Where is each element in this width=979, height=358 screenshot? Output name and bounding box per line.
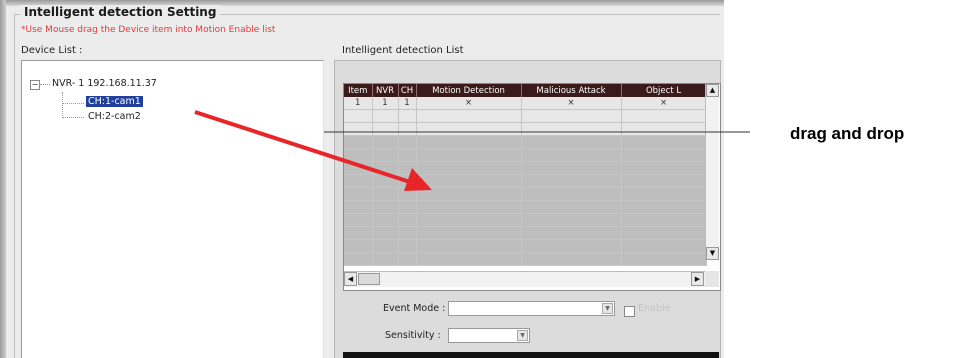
scroll-right-icon[interactable]: ▶ (691, 272, 704, 286)
sensitivity-label: Sensitivity : (385, 330, 441, 341)
event-mode-label: Event Mode : (383, 303, 446, 314)
table-header-row: Item NVR CH Motion Detection Malicious A… (344, 84, 707, 97)
empty-row (344, 187, 707, 201)
empty-row (344, 109, 707, 123)
table-cell: 1 (372, 97, 399, 110)
table-row[interactable]: 1 1 1 × × × (344, 97, 707, 110)
tree-node-cam1[interactable]: CH:1-cam1 (86, 96, 143, 107)
drag-and-drop-annotation: drag and drop (790, 124, 905, 143)
drag-hint: *Use Mouse drag the Device item into Mot… (21, 25, 276, 35)
column-header[interactable]: NVR (372, 84, 399, 97)
tree-node-cam2[interactable]: CH:2-cam2 (88, 111, 141, 122)
horizontal-scrollbar[interactable]: ◀ ▶ (344, 271, 705, 287)
empty-row (344, 122, 707, 136)
scroll-thumb[interactable] (358, 273, 380, 285)
column-header[interactable]: Object L (621, 84, 707, 97)
tree-node-cam1-label: CH:1-cam1 (86, 96, 143, 107)
tree-connector (62, 117, 84, 118)
scroll-up-icon[interactable]: ▲ (706, 84, 719, 97)
chevron-down-icon[interactable]: ▼ (517, 330, 528, 341)
empty-row (344, 174, 707, 188)
device-tree[interactable] (21, 60, 324, 358)
tree-connector (62, 92, 63, 118)
table-cell: × (621, 97, 707, 110)
empty-row (344, 148, 707, 162)
enable-label: Enable (638, 303, 671, 314)
tree-node-nvr[interactable]: NVR- 1 192.168.11.37 (52, 78, 157, 89)
intelligent-detection-grid[interactable]: Item NVR CH Motion Detection Malicious A… (343, 83, 721, 291)
chevron-down-icon[interactable]: ▼ (602, 303, 613, 314)
tree-connector (62, 103, 84, 104)
device-list-label: Device List : (21, 45, 83, 56)
scroll-corner (705, 271, 719, 287)
empty-row (344, 135, 707, 149)
sensitivity-select[interactable]: ▼ (448, 328, 530, 343)
empty-row (344, 239, 707, 253)
column-header[interactable]: Malicious Attack (521, 84, 622, 97)
left-edge-strip (0, 0, 6, 358)
column-header[interactable]: Motion Detection (416, 84, 522, 97)
detection-table: Item NVR CH Motion Detection Malicious A… (344, 84, 707, 266)
empty-row (344, 252, 707, 266)
vertical-scrollbar[interactable]: ▲ ▼ (705, 84, 719, 260)
intelligent-list-label: Intelligent detection List (342, 45, 464, 56)
group-title: Intelligent detection Setting (20, 5, 221, 19)
empty-row (344, 226, 707, 240)
column-header[interactable]: Item (344, 84, 373, 97)
table-cell: × (416, 97, 522, 110)
empty-row (344, 161, 707, 175)
column-header[interactable]: CH (398, 84, 417, 97)
enable-checkbox[interactable] (624, 306, 635, 317)
dark-panel-strip (343, 352, 719, 358)
table-cell: × (521, 97, 622, 110)
collapse-icon[interactable]: − (30, 80, 40, 90)
table-cell: 1 (398, 97, 417, 110)
empty-row (344, 200, 707, 214)
scroll-down-icon[interactable]: ▼ (706, 247, 719, 260)
empty-row (344, 213, 707, 227)
event-mode-select[interactable]: ▼ (448, 301, 615, 316)
screenshot-panel: Intelligent detection Setting *Use Mouse… (0, 0, 724, 358)
scroll-left-icon[interactable]: ◀ (344, 272, 357, 286)
table-cell: 1 (344, 97, 373, 110)
tree-connector (40, 84, 50, 85)
